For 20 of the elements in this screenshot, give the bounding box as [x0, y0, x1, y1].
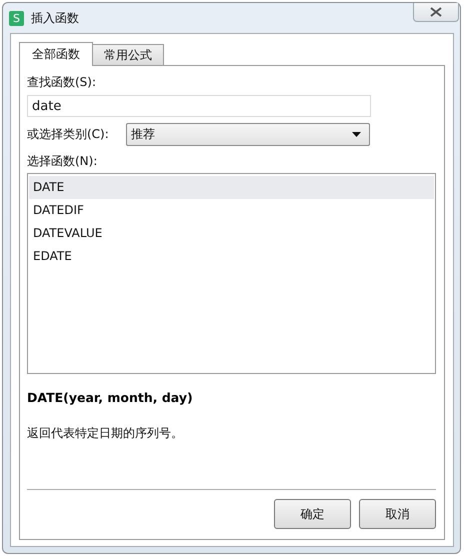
- functions-label: 选择函数(N):: [27, 153, 98, 170]
- dialog-button[interactable]: 取消: [359, 499, 436, 529]
- category-label: 或选择类别(C):: [27, 126, 110, 143]
- app-icon: S: [9, 10, 24, 26]
- search-field[interactable]: date: [27, 95, 371, 117]
- caret-icon: [352, 132, 361, 137]
- list-item[interactable]: DATEDIF: [29, 199, 434, 222]
- list-item[interactable]: DATEVALUE: [29, 222, 434, 245]
- function-signature: DATE(year, month, day): [27, 390, 194, 405]
- search-label: 查找函数(S):: [27, 74, 98, 91]
- close-icon: [430, 7, 442, 17]
- tab[interactable]: 常用公式: [92, 44, 164, 65]
- tab[interactable]: 全部函数: [19, 42, 93, 66]
- category-dropdown[interactable]: 推荐: [126, 123, 370, 146]
- close-button[interactable]: [413, 3, 459, 22]
- list-item[interactable]: EDATE: [29, 245, 434, 268]
- window-title: 插入函数: [31, 10, 79, 26]
- dialog-button[interactable]: 确定: [274, 499, 351, 529]
- function-description: 返回代表特定日期的序列号。: [27, 425, 184, 442]
- list-item[interactable]: DATE: [29, 176, 434, 199]
